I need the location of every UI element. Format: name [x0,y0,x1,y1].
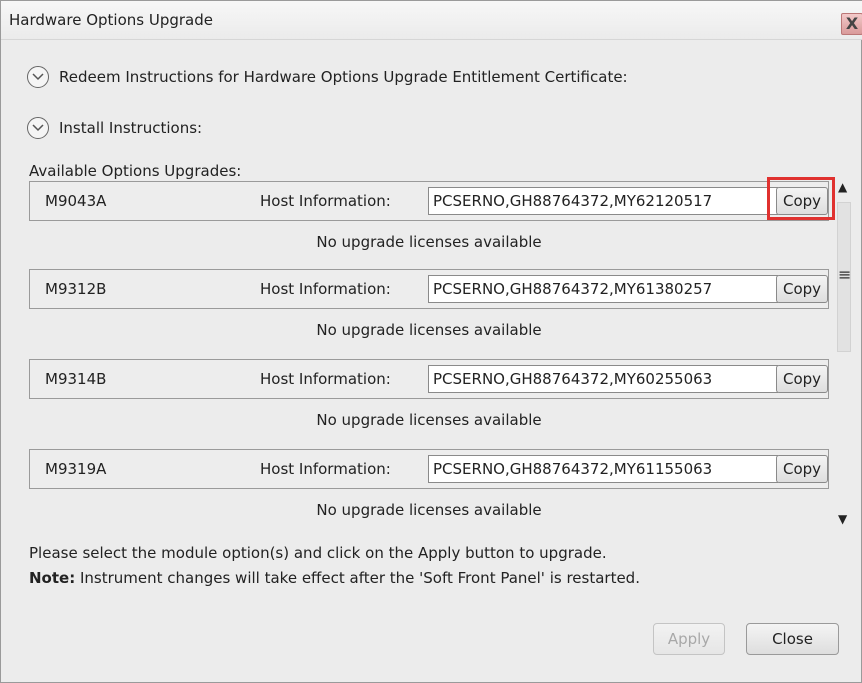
host-information-field[interactable]: PCSERNO,GH88764372,MY61155063 [428,455,778,483]
close-window-button[interactable]: X [841,13,862,35]
note-label: Note: [29,569,76,587]
host-information-label: Host Information: [260,280,391,298]
module-name: M9043A [45,192,107,210]
module-name: M9312B [45,280,107,298]
no-license-text: No upgrade licenses available [316,233,542,251]
apply-button[interactable]: Apply [653,623,725,655]
redeem-instructions-label: Redeem Instructions for Hardware Options… [59,68,628,86]
module-row[interactable]: M9312B Host Information: PCSERNO,GH88764… [29,269,829,309]
note-text: Instrument changes will take effect afte… [75,569,640,587]
host-information-label: Host Information: [260,192,391,210]
scroll-grip-icon: ≡ [838,265,852,284]
copy-button[interactable]: Copy [776,455,828,483]
host-information-field[interactable]: PCSERNO,GH88764372,MY62120517 [428,187,778,215]
no-license-text: No upgrade licenses available [316,411,542,429]
chevron-down-circle-icon [27,66,49,88]
install-instructions-toggle[interactable]: Install Instructions: [27,116,202,140]
module-name: M9314B [45,370,107,388]
apply-instruction-text: Please select the module option(s) and c… [29,544,607,562]
options-list: M9043A Host Information: PCSERNO,GH88764… [29,180,833,530]
title-bar: Hardware Options Upgrade X [1,1,862,40]
options-scrollbar[interactable]: ▲ ≡ ▼ [835,180,853,530]
copy-button[interactable]: Copy [776,275,828,303]
available-options-header: Available Options Upgrades: [29,162,242,180]
module-row[interactable]: M9319A Host Information: PCSERNO,GH88764… [29,449,829,489]
host-information-field[interactable]: PCSERNO,GH88764372,MY60255063 [428,365,778,393]
chevron-down-circle-icon [27,117,49,139]
no-license-text: No upgrade licenses available [316,321,542,339]
no-license-text: No upgrade licenses available [316,501,542,519]
redeem-instructions-toggle[interactable]: Redeem Instructions for Hardware Options… [27,65,628,89]
host-information-label: Host Information: [260,370,391,388]
scroll-up-arrow-icon[interactable]: ▲ [838,180,847,194]
copy-button[interactable]: Copy [776,365,828,393]
scroll-thumb[interactable]: ≡ [837,202,851,352]
restart-note: Note: Instrument changes will take effec… [29,569,640,587]
host-information-field[interactable]: PCSERNO,GH88764372,MY61380257 [428,275,778,303]
close-button[interactable]: Close [746,623,839,655]
window-title: Hardware Options Upgrade [9,11,213,29]
host-information-label: Host Information: [260,460,391,478]
module-name: M9319A [45,460,107,478]
module-row[interactable]: M9043A Host Information: PCSERNO,GH88764… [29,181,829,221]
module-row[interactable]: M9314B Host Information: PCSERNO,GH88764… [29,359,829,399]
install-instructions-label: Install Instructions: [59,119,203,137]
scroll-down-arrow-icon[interactable]: ▼ [838,512,847,526]
hardware-options-upgrade-dialog: Hardware Options Upgrade X Redeem Instru… [0,0,862,683]
copy-button-highlight [767,177,835,220]
